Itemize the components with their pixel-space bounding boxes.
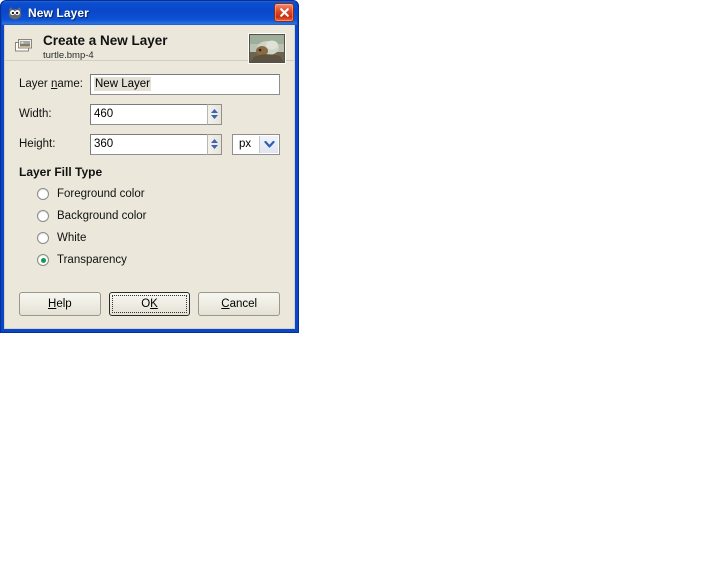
chevron-down-icon[interactable] [210, 114, 219, 120]
cancel-button[interactable]: Cancel [198, 292, 281, 316]
chevron-down-icon[interactable] [210, 144, 219, 150]
radio-icon-selected[interactable] [37, 254, 49, 266]
button-bar: Help OK Cancel [5, 292, 294, 316]
dialog-body: Create a New Layer turtle.bmp-4 Layer na… [4, 25, 295, 329]
chevron-down-icon[interactable] [259, 135, 278, 153]
radio-icon[interactable] [37, 210, 49, 222]
radio-white[interactable]: White [37, 227, 280, 249]
radio-transparency[interactable]: Transparency [37, 249, 280, 271]
new-layer-icon [14, 35, 36, 55]
fill-type-radio-group: Foreground color Background color White … [19, 183, 280, 271]
radio-label: Background color [57, 210, 147, 222]
close-button[interactable] [274, 3, 294, 22]
height-input[interactable]: 360 [90, 133, 207, 155]
height-label: Height: [19, 138, 56, 150]
radio-label: White [57, 232, 87, 244]
gimp-wilber-icon [7, 5, 23, 21]
header-title: Create a New Layer [43, 33, 168, 48]
height-row: Height: 360 px [19, 133, 280, 155]
width-spin-buttons[interactable] [207, 103, 222, 125]
window-title: New Layer [28, 6, 89, 20]
height-stepper[interactable]: 360 [90, 133, 222, 155]
radio-icon[interactable] [37, 232, 49, 244]
radio-label: Foreground color [57, 188, 145, 200]
layer-name-value: New Layer [94, 77, 151, 91]
radio-label: Transparency [57, 254, 127, 266]
height-spin-buttons[interactable] [207, 133, 222, 155]
ok-button[interactable]: OK [108, 292, 191, 316]
width-row: Width: 460 [19, 103, 280, 125]
close-icon [279, 8, 289, 17]
image-thumbnail [249, 34, 285, 63]
radio-background-color[interactable]: Background color [37, 205, 280, 227]
new-layer-dialog: New Layer Create a New Layer turtle.bmp-… [0, 0, 299, 333]
width-stepper[interactable]: 460 [90, 103, 222, 125]
layer-name-input[interactable]: New Layer [90, 73, 280, 95]
dialog-header: Create a New Layer turtle.bmp-4 [5, 25, 294, 63]
width-input[interactable]: 460 [90, 103, 207, 125]
layer-name-row: Layer name: New Layer [19, 73, 280, 95]
header-text-group: Create a New Layer turtle.bmp-4 [43, 33, 249, 62]
layer-name-label: Layer name: [19, 78, 83, 90]
width-value: 460 [94, 108, 114, 120]
help-button[interactable]: Help [19, 292, 101, 316]
fill-type-title: Layer Fill Type [19, 165, 103, 179]
header-subtitle: turtle.bmp-4 [43, 50, 94, 61]
width-label: Width: [19, 108, 52, 120]
radio-foreground-color[interactable]: Foreground color [37, 183, 280, 205]
height-value: 360 [94, 138, 114, 150]
title-bar[interactable]: New Layer [2, 1, 297, 25]
unit-value: px [239, 138, 252, 150]
unit-select[interactable]: px [232, 133, 280, 155]
radio-icon[interactable] [37, 188, 49, 200]
form-area: Layer name: New Layer Width: 460 Height:… [5, 61, 294, 271]
